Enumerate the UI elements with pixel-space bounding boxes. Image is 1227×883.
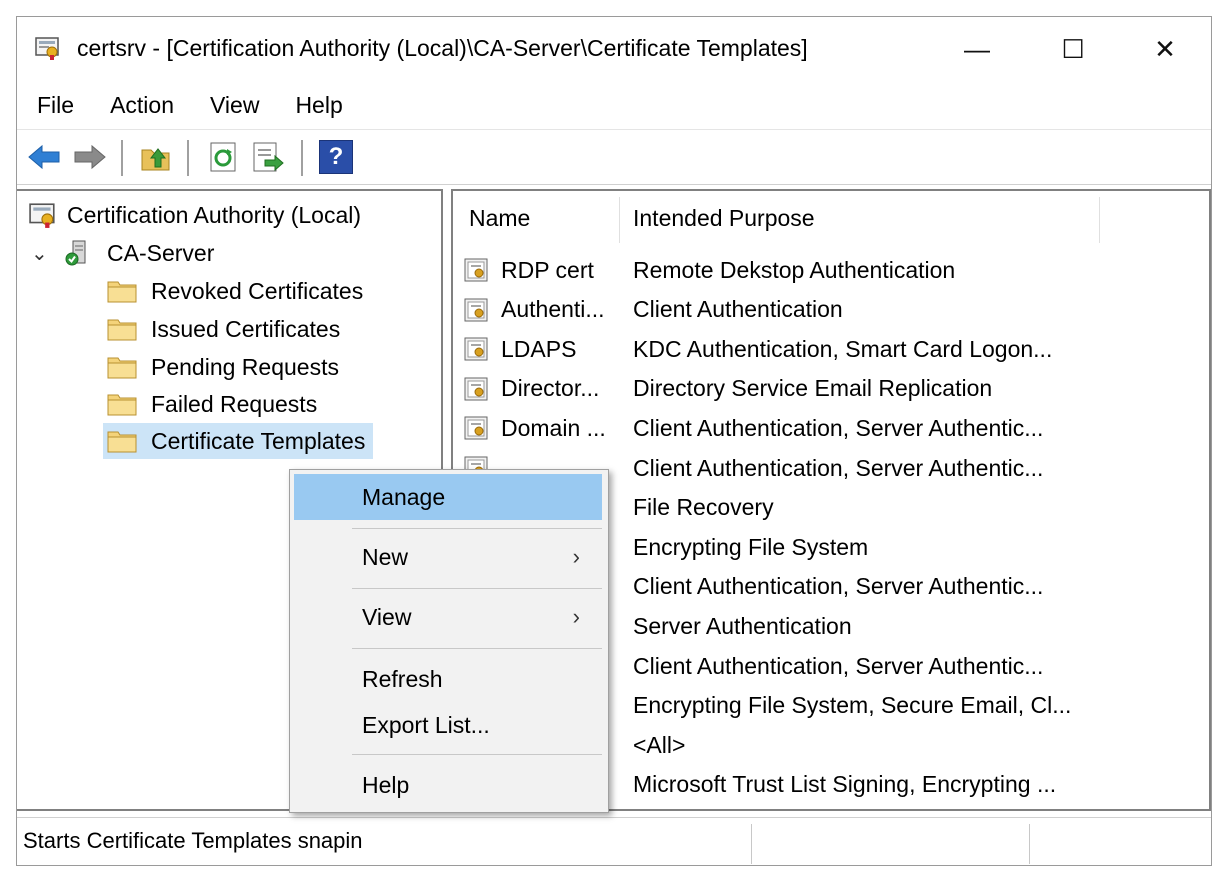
menu-item-label: Export List...: [362, 711, 490, 738]
toolbar: ?: [17, 129, 1211, 185]
tree-node-failed-requests[interactable]: Failed Requests: [107, 386, 317, 422]
certificate-template-icon: [464, 416, 488, 440]
menu-action[interactable]: Action: [88, 92, 188, 119]
maximize-button[interactable]: ☐: [1025, 17, 1121, 81]
template-intended-purpose: Client Authentication, Server Authentic.…: [633, 414, 1044, 441]
column-header-intended-purpose[interactable]: Intended Purpose: [633, 193, 1093, 243]
folder-icon: [107, 357, 137, 379]
menu-item-label: View: [362, 603, 412, 630]
toolbar-separator: [121, 140, 123, 176]
close-button[interactable]: ✕: [1117, 17, 1213, 81]
certificate-template-icon: [464, 298, 488, 322]
menu-separator: [352, 588, 602, 589]
up-folder-icon[interactable]: [139, 140, 173, 174]
window-title: certsrv - [Certification Authority (Loca…: [77, 35, 808, 61]
context-menu-help[interactable]: Help: [294, 762, 602, 808]
context-menu: Manage New › View › Refresh Export List.…: [289, 469, 609, 813]
template-intended-purpose: KDC Authentication, Smart Card Logon...: [633, 335, 1053, 362]
help-icon[interactable]: ?: [319, 140, 353, 174]
status-bar: Starts Certificate Templates snapin: [17, 817, 1211, 865]
menu-bar: File Action View Help: [17, 85, 1211, 125]
folder-icon: [107, 394, 137, 416]
menu-view[interactable]: View: [188, 92, 273, 119]
tree-node-revoked-certificates[interactable]: Revoked Certificates: [107, 273, 363, 309]
column-header-name[interactable]: Name: [469, 193, 619, 243]
context-menu-view[interactable]: View ›: [294, 594, 602, 640]
export-list-icon[interactable]: [251, 140, 285, 174]
menu-separator: [352, 754, 602, 755]
menu-separator: [352, 648, 602, 649]
status-text: Starts Certificate Templates snapin: [23, 828, 363, 853]
template-intended-purpose: File Recovery: [633, 494, 774, 521]
chevron-down-icon[interactable]: ⌄: [31, 241, 53, 266]
template-intended-purpose: Remote Dekstop Authentication: [633, 256, 956, 283]
context-menu-export-list[interactable]: Export List...: [294, 702, 602, 748]
template-name: Domain ...: [501, 414, 606, 441]
template-intended-purpose: Encrypting File System: [633, 533, 869, 560]
template-name: RDP cert: [501, 256, 594, 283]
tree-node-ca-server[interactable]: ⌄ CA-Server: [31, 235, 214, 271]
toolbar-separator: [301, 140, 303, 176]
menu-item-label: Help: [362, 771, 410, 798]
tree-node-label: Certificate Templates: [151, 427, 366, 454]
mmc-window: certsrv - [Certification Authority (Loca…: [16, 16, 1212, 866]
menu-file[interactable]: File: [17, 92, 88, 119]
template-intended-purpose: <All>: [633, 731, 686, 758]
context-menu-new[interactable]: New ›: [294, 534, 602, 580]
tree-node-issued-certificates[interactable]: Issued Certificates: [107, 311, 340, 347]
template-intended-purpose: Client Authentication, Server Authentic.…: [633, 573, 1044, 600]
status-divider: [1029, 824, 1030, 864]
template-intended-purpose: Encrypting File System, Secure Email, Cl…: [633, 692, 1072, 719]
template-name: Director...: [501, 375, 600, 402]
forward-arrow-icon[interactable]: [73, 140, 107, 174]
template-intended-purpose: Microsoft Trust List Signing, Encrypting…: [633, 771, 1057, 798]
template-intended-purpose: Client Authentication: [633, 296, 843, 323]
certsrv-app-icon: [35, 37, 59, 60]
context-menu-manage[interactable]: Manage: [294, 474, 602, 520]
column-divider[interactable]: [1099, 197, 1100, 243]
toolbar-separator: [187, 140, 189, 176]
tree-node-certificate-templates[interactable]: Certificate Templates: [103, 423, 374, 459]
back-arrow-icon[interactable]: [27, 140, 61, 174]
menu-item-label: Refresh: [362, 665, 443, 692]
tree-node-label: Pending Requests: [151, 353, 339, 380]
tree-node-pending-requests[interactable]: Pending Requests: [107, 349, 339, 385]
menu-item-label: New: [362, 543, 409, 570]
title-bar: certsrv - [Certification Authority (Loca…: [17, 17, 1211, 81]
refresh-icon[interactable]: [207, 140, 241, 174]
minimize-button[interactable]: —: [929, 17, 1025, 81]
server-icon: [65, 240, 86, 266]
certificate-template-icon: [464, 337, 488, 361]
chevron-right-icon: ›: [572, 544, 580, 569]
tree-node-label: Certification Authority (Local): [67, 201, 362, 228]
chevron-right-icon: ›: [572, 604, 580, 629]
tree-node-certification-authority[interactable]: Certification Authority (Local): [29, 197, 361, 233]
menu-item-label: Manage: [362, 483, 446, 510]
tree-node-label: Failed Requests: [151, 390, 318, 417]
status-divider: [751, 824, 752, 864]
template-intended-purpose: Server Authentication: [633, 612, 852, 639]
template-intended-purpose: Client Authentication, Server Authentic.…: [633, 652, 1044, 679]
folder-icon: [107, 281, 137, 303]
template-intended-purpose: Client Authentication, Server Authentic.…: [633, 454, 1044, 481]
tree-node-label: Revoked Certificates: [151, 277, 364, 304]
certificate-template-icon: [464, 258, 488, 282]
context-menu-refresh[interactable]: Refresh: [294, 656, 602, 702]
template-intended-purpose: Directory Service Email Replication: [633, 375, 993, 402]
tree-node-label: CA-Server: [107, 239, 215, 266]
template-name: Authenti...: [501, 296, 605, 323]
folder-icon: [107, 319, 137, 341]
template-name: LDAPS: [501, 335, 577, 362]
certificate-authority-icon: [29, 203, 55, 228]
certificate-template-icon: [464, 377, 488, 401]
tree-node-label: Issued Certificates: [151, 315, 341, 342]
menu-separator: [352, 528, 602, 529]
column-divider[interactable]: [619, 197, 620, 243]
menu-help[interactable]: Help: [273, 92, 356, 119]
folder-icon: [107, 431, 137, 453]
